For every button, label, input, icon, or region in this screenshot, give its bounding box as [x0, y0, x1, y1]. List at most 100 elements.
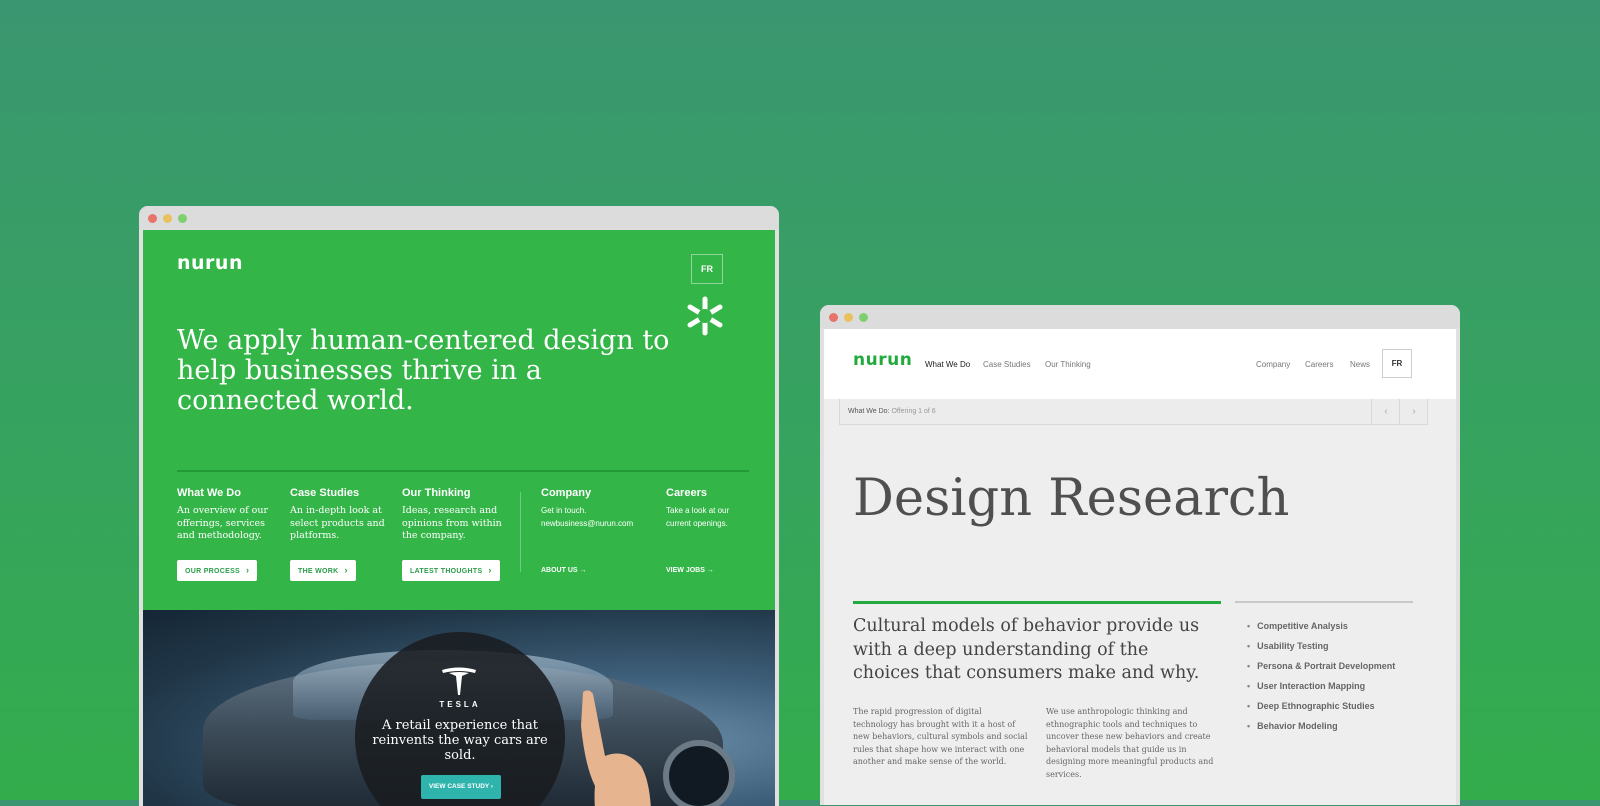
- window-zoom-dot[interactable]: [178, 214, 187, 223]
- link-label: VIEW JOBS: [666, 567, 705, 574]
- breadcrumb-value: Offering 1 of 6: [891, 408, 936, 415]
- window-titlebar: [820, 305, 1460, 329]
- list-item-label: Competitive Analysis: [1257, 621, 1348, 631]
- column-title: What We Do: [177, 487, 241, 499]
- contact-email[interactable]: newbusiness@nurun.com: [541, 518, 651, 531]
- view-case-study-button[interactable]: VIEW CASE STUDY ›: [421, 775, 501, 799]
- column-company: Company Get in touch. newbusiness@nurun.…: [541, 487, 651, 530]
- list-item: • User Interaction Mapping: [1247, 679, 1395, 699]
- column-case-studies: Case Studies An in-depth look at select …: [290, 487, 392, 543]
- case-study-promo[interactable]: TESLA A retail experience that reinvents…: [143, 610, 775, 806]
- divider: [853, 601, 1221, 604]
- hero-heading: We apply human-centered design to help b…: [177, 325, 670, 416]
- window-minimize-dot[interactable]: [163, 214, 172, 223]
- column-divider: [520, 492, 521, 572]
- asterisk-logo-icon: [687, 296, 723, 336]
- site-logo[interactable]: nurun: [853, 350, 912, 370]
- language-button[interactable]: FR: [1382, 349, 1412, 378]
- list-item: • Behavior Modeling: [1247, 719, 1395, 739]
- list-item: • Deep Ethnographic Studies: [1247, 699, 1395, 719]
- body-paragraph: The rapid progression of digital technol…: [853, 707, 1028, 766]
- car-wheel-image: [663, 740, 735, 806]
- chevron-right-icon: ›: [490, 783, 494, 790]
- the-work-button[interactable]: THE WORK ›: [290, 560, 356, 581]
- button-label: LATEST THOUGHTS: [410, 568, 483, 575]
- chevron-right-icon: ›: [1412, 406, 1416, 417]
- our-process-button[interactable]: OUR PROCESS ›: [177, 560, 258, 581]
- chevron-left-icon: ‹: [1384, 406, 1388, 417]
- button-label: VIEW CASE STUDY: [428, 783, 490, 790]
- link-label: ABOUT US: [541, 567, 578, 574]
- column-title: Case Studies: [290, 487, 360, 499]
- latest-thoughts-button[interactable]: LATEST THOUGHTS ›: [402, 560, 500, 581]
- list-item-label: Deep Ethnographic Studies: [1257, 701, 1375, 711]
- brand-wordmark: TESLA: [439, 700, 481, 709]
- breadcrumb-text: What We Do: Offering 1 of 6: [848, 408, 936, 415]
- nav-our-thinking[interactable]: Our Thinking: [1045, 360, 1091, 369]
- window-titlebar: [139, 206, 779, 230]
- tesla-logo-icon: [442, 667, 476, 695]
- page-title: Design Research: [853, 469, 1290, 528]
- next-offering-button[interactable]: ›: [1399, 399, 1428, 424]
- chevron-right-icon: ›: [344, 565, 348, 575]
- list-item: • Competitive Analysis: [1247, 619, 1395, 639]
- list-item-label: Persona & Portrait Development: [1257, 661, 1396, 671]
- column-our-thinking: Our Thinking Ideas, research and opinion…: [402, 487, 506, 543]
- bullet-icon: •: [1247, 701, 1251, 711]
- nav-news[interactable]: News: [1350, 360, 1370, 369]
- column-title: Our Thinking: [402, 487, 471, 499]
- bullet-icon: •: [1247, 621, 1251, 631]
- column-text: Take a look at our current openings.: [666, 506, 730, 528]
- window-minimize-dot[interactable]: [844, 313, 853, 322]
- bullet-icon: •: [1247, 681, 1251, 691]
- pointing-hand-image: [581, 690, 651, 806]
- column-what-we-do: What We Do An overview of our offerings,…: [177, 487, 269, 543]
- divider: [177, 470, 749, 472]
- column-text: An in-depth look at select products and …: [290, 505, 385, 541]
- bullet-icon: •: [1247, 641, 1251, 651]
- breadcrumb: What We Do: Offering 1 of 6 ‹ ›: [839, 399, 1428, 425]
- promo-headline: A retail experience that reinvents the w…: [372, 718, 548, 763]
- homepage-content: nurun FR We apply human-centered design …: [143, 230, 775, 806]
- view-jobs-link[interactable]: VIEW JOBS →: [666, 567, 714, 574]
- bullet-icon: •: [1247, 661, 1251, 671]
- list-item: • Persona & Portrait Development: [1247, 659, 1395, 679]
- site-header: nurun What We Do Case Studies Our Thinki…: [824, 329, 1456, 399]
- chevron-right-icon: ›: [246, 565, 250, 575]
- offering-browser-window: nurun What We Do Case Studies Our Thinki…: [820, 305, 1460, 805]
- nav-what-we-do[interactable]: What We Do: [925, 360, 970, 369]
- divider: [1235, 601, 1413, 603]
- column-text: Ideas, research and opinions from within…: [402, 505, 502, 541]
- arrow-right-icon: →: [579, 567, 587, 574]
- list-item-label: Usability Testing: [1257, 641, 1329, 651]
- column-title: Careers: [666, 487, 707, 499]
- list-item: • Usability Testing: [1247, 639, 1395, 659]
- button-label: OUR PROCESS: [185, 568, 241, 575]
- services-list: • Competitive Analysis • Usability Testing…: [1247, 619, 1395, 739]
- window-zoom-dot[interactable]: [859, 313, 868, 322]
- previous-offering-button[interactable]: ‹: [1371, 399, 1400, 424]
- button-label: THE WORK: [298, 568, 339, 575]
- site-logo[interactable]: nurun: [177, 252, 243, 274]
- body-paragraph: We use anthropologic thinking and ethnog…: [1046, 707, 1214, 779]
- nav-careers[interactable]: Careers: [1305, 360, 1333, 369]
- homepage-browser-window: nurun FR We apply human-centered design …: [139, 206, 779, 806]
- offering-page-content: nurun What We Do Case Studies Our Thinki…: [824, 329, 1456, 805]
- list-item-label: User Interaction Mapping: [1257, 681, 1366, 691]
- breadcrumb-label: What We Do:: [848, 408, 890, 415]
- nav-company[interactable]: Company: [1256, 360, 1290, 369]
- nav-case-studies[interactable]: Case Studies: [983, 360, 1031, 369]
- chevron-right-icon: ›: [488, 565, 492, 575]
- bullet-icon: •: [1247, 721, 1251, 731]
- about-us-link[interactable]: ABOUT US →: [541, 567, 587, 574]
- arrow-right-icon: →: [706, 567, 714, 574]
- column-text: An overview of our offerings, services a…: [177, 505, 269, 541]
- language-button[interactable]: FR: [691, 254, 723, 284]
- column-title: Company: [541, 487, 592, 499]
- window-close-dot[interactable]: [829, 313, 838, 322]
- column-careers: Careers Take a look at our current openi…: [666, 487, 746, 530]
- column-text: Get in touch.: [541, 506, 587, 515]
- lead-paragraph: Cultural models of behavior provide us w…: [853, 616, 1200, 683]
- list-item-label: Behavior Modeling: [1257, 721, 1338, 731]
- window-close-dot[interactable]: [148, 214, 157, 223]
